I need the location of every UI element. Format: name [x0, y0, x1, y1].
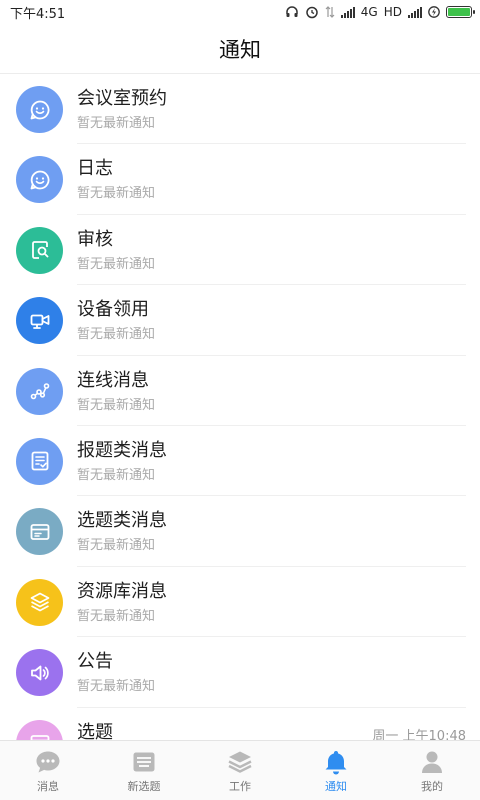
layers-icon: [28, 590, 52, 614]
notification-item[interactable]: 审核 暂无最新通知: [0, 215, 480, 286]
notification-title: 设备领用: [77, 299, 149, 321]
notification-subtitle: 暂无最新通知: [77, 256, 156, 272]
notification-item[interactable]: 公告 暂无最新通知: [0, 637, 480, 708]
notification-subtitle: 暂无最新通知: [77, 327, 156, 343]
notification-texts: 选题类消息暂无最新通知: [77, 509, 466, 567]
video-camera-icon: [28, 309, 52, 333]
notification-title: 资源库消息: [77, 580, 167, 602]
alarm-icon: [306, 6, 318, 19]
video-camera-avatar: [16, 297, 63, 345]
bell-icon: [322, 748, 350, 776]
charging-icon: [428, 6, 440, 18]
status-bar: 下午4:51 4G HD: [0, 0, 480, 24]
tab-layers[interactable]: 工作: [192, 741, 288, 800]
notification-time: 周一 上午10:48: [372, 728, 466, 740]
checklist-avatar: [16, 437, 63, 485]
notification-texts: 会议室预约暂无最新通知: [77, 87, 466, 145]
notification-texts: 审核 暂无最新通知: [77, 228, 466, 286]
speaker-avatar: [16, 649, 63, 697]
notification-item[interactable]: 选题 周一 上午10:48: [0, 708, 480, 740]
notification-title: 日志: [77, 158, 113, 180]
window-avatar: [16, 508, 63, 556]
tab-inbox[interactable]: 新选题: [96, 741, 192, 800]
smiley-icon: [28, 168, 52, 192]
tab-label: 消息: [37, 780, 59, 793]
search-document-avatar: [16, 226, 63, 274]
notification-title: 选题类消息: [77, 510, 167, 532]
checklist-icon: [28, 449, 52, 473]
title-bar: 通知: [0, 24, 480, 74]
tab-label: 我的: [421, 780, 443, 793]
notification-texts: 选题 周一 上午10:48: [77, 721, 466, 740]
signal-icon: [340, 6, 355, 18]
notification-texts: 设备领用暂无最新通知: [77, 298, 466, 356]
notification-subtitle: 暂无最新通知: [77, 116, 156, 131]
notification-item[interactable]: 会议室预约暂无最新通知: [0, 74, 480, 145]
notification-title: 报题类消息: [77, 439, 167, 461]
notification-title: 会议室预约: [77, 88, 167, 109]
notification-texts: 公告 暂无最新通知: [77, 650, 466, 708]
status-time: 下午4:51: [10, 6, 66, 22]
inbox-icon: [130, 748, 158, 776]
connection-graph-avatar: [16, 367, 63, 415]
network-type: 4G: [360, 5, 378, 19]
notification-subtitle: 暂无最新通知: [77, 608, 156, 624]
notification-title: 审核: [77, 228, 113, 250]
tab-label: 工作: [229, 780, 251, 793]
smiley-avatar: [16, 86, 63, 133]
chat-bubble-icon: [34, 748, 62, 776]
speaker-icon: [28, 661, 52, 685]
notification-subtitle: 暂无最新通知: [77, 186, 156, 202]
notification-item[interactable]: 连线消息暂无最新通知: [0, 356, 480, 426]
window-avatar: [16, 719, 63, 740]
tab-label: 新选题: [127, 780, 161, 793]
notification-texts: 资源库消息暂无最新通知: [77, 580, 466, 638]
tab-bell[interactable]: 通知: [288, 741, 384, 800]
tab-label: 通知: [325, 780, 347, 793]
notification-subtitle: 暂无最新通知: [77, 397, 156, 413]
notification-texts: 报题类消息暂无最新通知: [77, 439, 466, 497]
notification-item[interactable]: 资源库消息暂无最新通知: [0, 567, 480, 638]
notification-item[interactable]: 设备领用暂无最新通知: [0, 285, 480, 356]
headset-icon: [286, 6, 298, 17]
connection-graph-icon: [28, 379, 52, 403]
notification-title: 公告: [77, 651, 113, 673]
layers-icon: [226, 748, 254, 776]
notification-texts: 日志 暂无最新通知: [77, 157, 466, 215]
tab-person[interactable]: 我的: [384, 741, 480, 800]
notification-subtitle: 暂无最新通知: [77, 679, 156, 695]
search-document-icon: [28, 238, 52, 262]
data-transfer-icon: [325, 6, 335, 18]
notification-item[interactable]: 报题类消息暂无最新通知: [0, 426, 480, 497]
notification-item[interactable]: 日志 暂无最新通知: [0, 144, 480, 215]
bottom-tab-bar: 消息 新选题 工作 通知 我的: [0, 740, 480, 800]
layers-avatar: [16, 578, 63, 626]
notification-texts: 连线消息暂无最新通知: [77, 369, 466, 426]
signal-icon-2: [408, 6, 422, 18]
page-title: 通知: [219, 37, 261, 62]
notification-subtitle: 暂无最新通知: [77, 467, 156, 483]
window-icon: [28, 731, 52, 740]
smiley-avatar: [16, 156, 63, 204]
notification-list[interactable]: 会议室预约 暂无最新通知 日志 暂无最新通知 审核 暂无最新通知 设备领用 暂无最新通知 连线消…: [0, 74, 480, 740]
smiley-icon: [28, 98, 52, 122]
notification-item[interactable]: 选题类消息暂无最新通知: [0, 496, 480, 567]
hd-indicator: HD: [383, 5, 402, 19]
battery-icon: [446, 6, 475, 18]
tab-chat-bubble[interactable]: 消息: [0, 741, 96, 800]
status-icons: 4G HD: [285, 5, 475, 19]
window-icon: [28, 520, 52, 544]
notification-title: 连线消息: [77, 369, 149, 391]
notification-subtitle: 暂无最新通知: [77, 538, 156, 554]
person-icon: [418, 748, 446, 776]
